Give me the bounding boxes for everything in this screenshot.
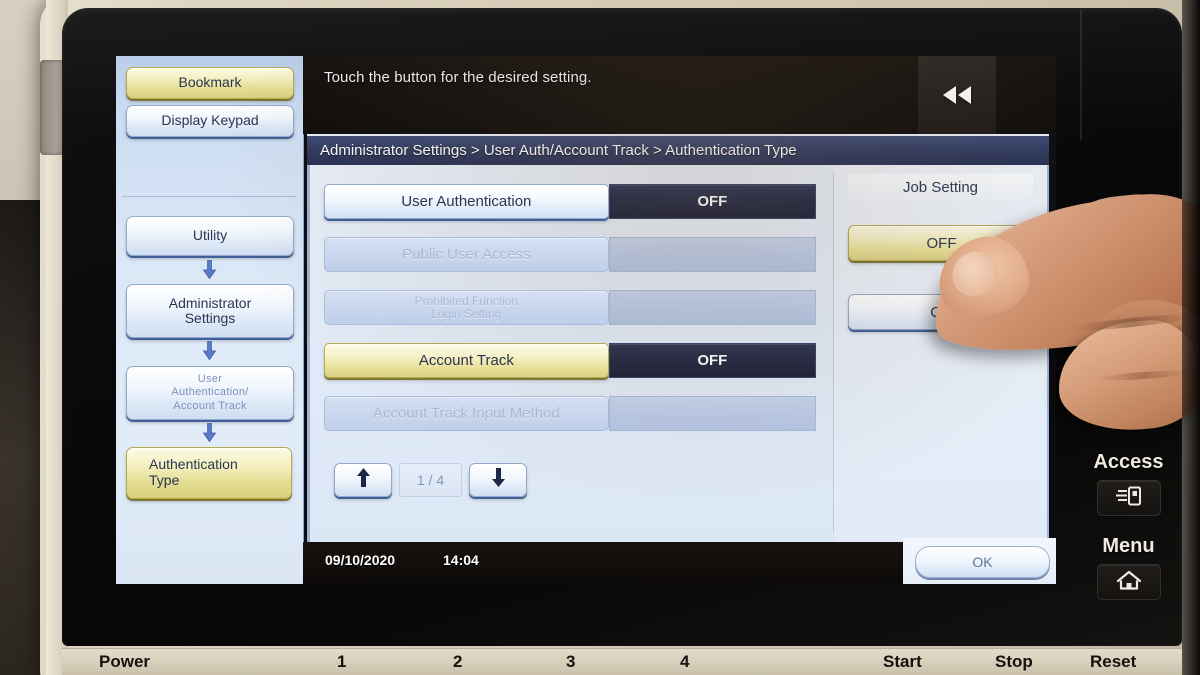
right-edge-shadow <box>1182 0 1200 675</box>
setting-value <box>608 396 816 431</box>
setting-label-line2: Login Setting <box>431 306 502 321</box>
setting-label: Prohibited Function Login Setting <box>324 290 609 325</box>
settings-body: User Authentication OFF Public User Acce… <box>307 165 1049 542</box>
setting-label-text: Account Track <box>418 352 514 369</box>
setting-label-text: Public User Access <box>402 246 531 263</box>
legend-4: 4 <box>680 652 690 671</box>
setting-row-public-user-access: Public User Access <box>324 237 816 272</box>
ring-notch-left <box>1095 204 1104 207</box>
breadcrumb: Administrator Settings > User Auth/Accou… <box>307 134 1049 165</box>
ok-button[interactable]: OK <box>915 546 1050 578</box>
sidebar-item-user-auth-account-track[interactable]: User Authentication/ Account Track <box>126 366 294 420</box>
home-icon <box>1116 569 1142 596</box>
sidebar-divider <box>122 196 296 197</box>
arrow-down-icon <box>490 467 507 493</box>
status-bar: 09/10/2020 14:04 OK <box>303 538 1056 584</box>
access-key-button[interactable] <box>1097 480 1161 516</box>
page-up-button[interactable] <box>334 463 392 497</box>
hardware-legend-strip: Power 1 2 3 4 Start Stop Reset <box>62 648 1182 675</box>
sidebar-item-utility[interactable]: Utility <box>126 216 294 256</box>
status-time: 14:04 <box>443 552 479 568</box>
page-indicator-text: 1 / 4 <box>416 472 445 488</box>
hardware-label-menu: Menu <box>1102 535 1155 557</box>
sidebar-item-display-keypad[interactable]: Display Keypad <box>126 105 294 137</box>
hint-text: Touch the button for the desired setting… <box>324 69 592 86</box>
power-ring-center[interactable] <box>1114 230 1144 260</box>
page-down-button[interactable] <box>469 463 527 497</box>
setting-row-account-track-input-method: Account Track Input Method <box>324 396 816 431</box>
breadcrumb-text: Administrator Settings > User Auth/Accou… <box>320 142 797 159</box>
sidebar-item-label-line1: Administrator <box>168 294 252 311</box>
setting-label[interactable]: Account Track <box>324 343 609 378</box>
sidebar-item-label-line2: Settings <box>184 310 236 326</box>
sidebar-item-label-line1: User <box>197 372 223 385</box>
setting-value-text: OFF <box>697 352 728 369</box>
arrow-down-icon <box>116 260 303 279</box>
pagination-controls: 1 / 4 <box>334 463 527 497</box>
setting-value <box>608 290 816 325</box>
legend-2: 2 <box>453 652 463 671</box>
page-indicator: 1 / 4 <box>399 463 462 497</box>
setting-value[interactable]: OFF <box>608 343 816 378</box>
job-setting-title-text: Job Setting <box>902 179 979 196</box>
ring-notch-right <box>1155 204 1164 207</box>
status-date: 09/10/2020 <box>325 552 396 568</box>
menu-key-button[interactable] <box>1097 564 1161 600</box>
access-card-icon <box>1116 485 1142 512</box>
sidebar-item-label: Display Keypad <box>161 112 259 129</box>
legend-stop: Stop <box>995 652 1033 671</box>
settings-rows-column: User Authentication OFF Public User Acce… <box>310 165 834 542</box>
arrow-up-icon <box>355 467 372 493</box>
job-setting-option-label: OFF <box>926 234 957 252</box>
setting-row-user-authentication[interactable]: User Authentication OFF <box>324 184 816 219</box>
screenshot-root: Bookmark Display Keypad Utility Administ… <box>0 0 1200 675</box>
setting-label-line1: Prohibited Function <box>414 293 519 308</box>
setting-value[interactable]: OFF <box>608 184 816 219</box>
legend-start: Start <box>883 652 922 671</box>
setting-label: Account Track Input Method <box>324 396 609 431</box>
job-setting-option-on[interactable]: ON <box>848 294 1035 330</box>
sidebar-item-label-line2: Authentication/ <box>171 386 249 399</box>
sidebar-item-authentication-type[interactable]: Authentication Type <box>126 447 292 499</box>
ok-button-label: OK <box>972 554 993 570</box>
setting-label-text: Account Track Input Method <box>372 405 560 422</box>
hardware-label-access: Access <box>1093 451 1164 473</box>
job-setting-panel: Job Setting OFF ON <box>834 165 1047 542</box>
legend-reset: Reset <box>1090 652 1137 671</box>
setting-row-prohibited-function-login-setting: Prohibited Function Login Setting <box>324 290 816 325</box>
setting-value <box>608 237 816 272</box>
setting-label[interactable]: User Authentication <box>324 184 609 219</box>
legend-3: 3 <box>566 652 576 671</box>
sidebar-item-bookmark[interactable]: Bookmark <box>126 67 294 99</box>
setting-row-account-track[interactable]: Account Track OFF <box>324 343 816 378</box>
sidebar-item-label: Utility <box>192 227 228 244</box>
lcd-touchscreen[interactable]: Bookmark Display Keypad Utility Administ… <box>116 56 1056 584</box>
job-setting-title: Job Setting <box>848 174 1033 201</box>
sidebar-item-label-line3: Account Track <box>173 399 247 412</box>
sidebar-item-administrator-settings[interactable]: Administrator Settings <box>126 284 294 338</box>
sidebar-item-label: Bookmark <box>178 74 242 91</box>
hardware-key-column: Access Menu <box>1075 8 1182 646</box>
arrow-down-icon <box>116 341 303 360</box>
sidebar-item-label-line1: Authentication <box>149 456 238 473</box>
setting-label: Public User Access <box>324 237 609 272</box>
job-setting-option-off[interactable]: OFF <box>848 225 1035 261</box>
setting-label-text: User Authentication <box>401 193 532 210</box>
rewind-back-icon[interactable] <box>918 56 996 134</box>
screen-sidebar: Bookmark Display Keypad Utility Administ… <box>116 56 304 584</box>
setting-value-text: OFF <box>697 193 728 210</box>
sidebar-item-label-line2: Type <box>149 472 180 488</box>
legend-power: Power <box>99 652 151 671</box>
legend-1: 1 <box>337 652 347 671</box>
job-setting-option-label: ON <box>930 303 953 321</box>
arrow-down-icon <box>116 423 303 442</box>
